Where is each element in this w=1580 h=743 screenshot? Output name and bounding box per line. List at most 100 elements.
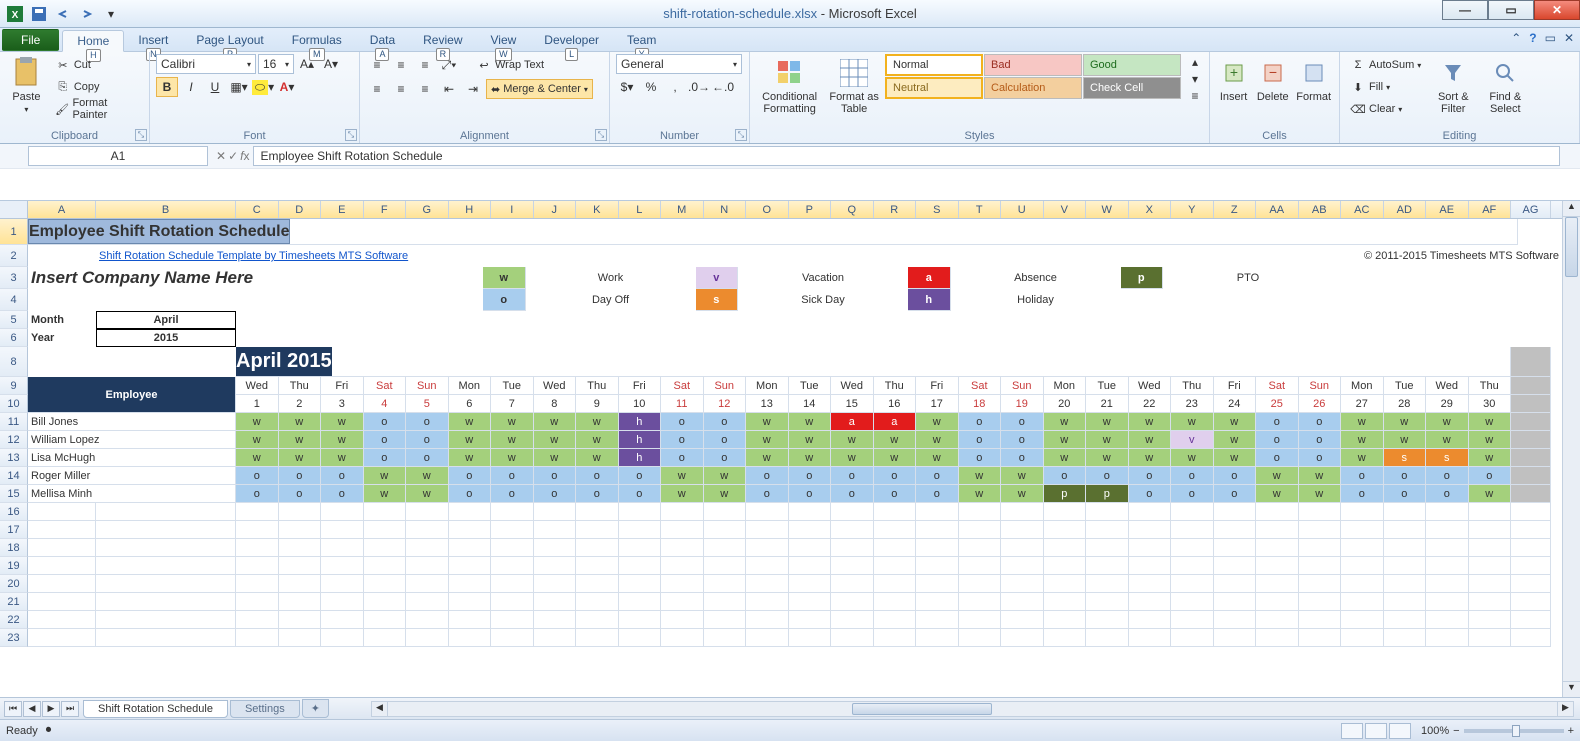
- col-header[interactable]: N: [704, 201, 747, 218]
- shift-cell[interactable]: w: [704, 467, 747, 485]
- shift-cell[interactable]: o: [1469, 467, 1512, 485]
- align-bottom-icon[interactable]: ≡: [414, 55, 436, 75]
- conditional-formatting-button[interactable]: Conditional Formatting: [756, 54, 823, 120]
- shift-cell[interactable]: o: [831, 485, 874, 503]
- sheet-tab-active[interactable]: Shift Rotation Schedule: [83, 700, 228, 718]
- shift-cell[interactable]: o: [236, 485, 279, 503]
- shift-cell[interactable]: o: [916, 467, 959, 485]
- shift-cell[interactable]: o: [746, 467, 789, 485]
- shift-cell[interactable]: o: [1001, 413, 1044, 431]
- shift-cell[interactable]: w: [576, 413, 619, 431]
- font-launcher-icon[interactable]: ⤡: [345, 129, 357, 141]
- shift-cell[interactable]: w: [1001, 467, 1044, 485]
- select-all-corner[interactable]: [0, 201, 28, 218]
- tab-page-layout[interactable]: Page LayoutP: [182, 30, 277, 51]
- shift-cell[interactable]: o: [576, 485, 619, 503]
- shift-cell[interactable]: o: [959, 431, 1002, 449]
- shift-cell[interactable]: w: [1384, 431, 1427, 449]
- shift-cell[interactable]: w: [916, 449, 959, 467]
- shift-cell[interactable]: w: [1469, 413, 1512, 431]
- tab-home[interactable]: HomeH: [62, 30, 124, 52]
- shift-cell[interactable]: o: [576, 467, 619, 485]
- tab-formulas[interactable]: FormulasM: [278, 30, 356, 51]
- row-header[interactable]: 12: [0, 431, 28, 449]
- formula-input[interactable]: Employee Shift Rotation Schedule: [253, 146, 1560, 166]
- shift-cell[interactable]: w: [236, 449, 279, 467]
- shift-cell[interactable]: w: [1129, 413, 1172, 431]
- col-header[interactable]: AD: [1384, 201, 1427, 218]
- col-header[interactable]: Y: [1171, 201, 1214, 218]
- format-as-table-button[interactable]: Format as Table: [827, 54, 881, 120]
- shift-cell[interactable]: h: [619, 449, 662, 467]
- shift-cell[interactable]: o: [406, 413, 449, 431]
- shift-cell[interactable]: o: [534, 467, 577, 485]
- style-bad[interactable]: Bad: [984, 54, 1082, 76]
- tab-insert[interactable]: InsertN: [124, 30, 182, 51]
- format-painter-button[interactable]: 🖌Format Painter: [51, 98, 143, 120]
- shift-cell[interactable]: o: [279, 485, 322, 503]
- col-header[interactable]: P: [789, 201, 832, 218]
- shift-cell[interactable]: w: [449, 449, 492, 467]
- shift-cell[interactable]: o: [449, 485, 492, 503]
- shift-cell[interactable]: w: [874, 431, 917, 449]
- close-workbook-icon[interactable]: ✕: [1564, 31, 1574, 45]
- employee-name[interactable]: William Lopez: [28, 431, 236, 449]
- shift-cell[interactable]: o: [661, 413, 704, 431]
- shift-cell[interactable]: o: [1426, 485, 1469, 503]
- col-header[interactable]: I: [491, 201, 534, 218]
- shift-cell[interactable]: w: [1384, 413, 1427, 431]
- shift-cell[interactable]: w: [236, 431, 279, 449]
- col-header[interactable]: AB: [1299, 201, 1342, 218]
- shift-cell[interactable]: o: [406, 449, 449, 467]
- format-cells-button[interactable]: Format: [1294, 54, 1333, 120]
- company-name[interactable]: Insert Company Name Here: [31, 268, 253, 288]
- shift-cell[interactable]: w: [789, 413, 832, 431]
- maximize-button[interactable]: ▭: [1488, 0, 1534, 20]
- shift-cell[interactable]: w: [1469, 431, 1512, 449]
- col-header[interactable]: H: [449, 201, 492, 218]
- underline-button[interactable]: U: [204, 77, 226, 97]
- shift-cell[interactable]: w: [1469, 485, 1512, 503]
- shift-cell[interactable]: o: [1214, 467, 1257, 485]
- sort-filter-button[interactable]: Sort & Filter: [1429, 54, 1477, 120]
- shift-cell[interactable]: o: [874, 485, 917, 503]
- row-header[interactable]: 21: [0, 593, 28, 611]
- row-header[interactable]: 11: [0, 413, 28, 431]
- shift-cell[interactable]: w: [321, 431, 364, 449]
- shift-cell[interactable]: o: [491, 485, 534, 503]
- row-header[interactable]: 14: [0, 467, 28, 485]
- col-header[interactable]: R: [874, 201, 917, 218]
- shift-cell[interactable]: o: [619, 485, 662, 503]
- shift-cell[interactable]: w: [1001, 485, 1044, 503]
- row-header[interactable]: 4: [0, 289, 28, 311]
- shift-cell[interactable]: o: [661, 449, 704, 467]
- shift-cell[interactable]: o: [874, 467, 917, 485]
- shift-cell[interactable]: o: [789, 467, 832, 485]
- shift-cell[interactable]: o: [1299, 431, 1342, 449]
- shift-cell[interactable]: o: [1384, 485, 1427, 503]
- col-header[interactable]: J: [534, 201, 577, 218]
- shift-cell[interactable]: o: [1384, 467, 1427, 485]
- clear-button[interactable]: ⌫Clear▾: [1346, 98, 1425, 120]
- shift-cell[interactable]: o: [746, 485, 789, 503]
- shift-cell[interactable]: w: [279, 413, 322, 431]
- scroll-up-icon[interactable]: ▲: [1563, 201, 1580, 217]
- employee-name[interactable]: Lisa McHugh: [28, 449, 236, 467]
- enter-formula-icon[interactable]: ✓: [228, 149, 238, 163]
- row-header[interactable]: 8: [0, 347, 28, 377]
- tab-review[interactable]: ReviewR: [409, 30, 476, 51]
- col-header[interactable]: B: [96, 201, 236, 218]
- row-header[interactable]: 22: [0, 611, 28, 629]
- employee-name[interactable]: Roger Miller: [28, 467, 236, 485]
- worksheet-grid[interactable]: ABCDEFGHIJKLMNOPQRSTUVWXYZAAABACADAEAFAG…: [0, 201, 1580, 697]
- fx-icon[interactable]: fx: [240, 149, 249, 163]
- increase-indent-icon[interactable]: ⇥: [462, 79, 484, 99]
- tab-team[interactable]: TeamY: [613, 30, 670, 51]
- col-header[interactable]: S: [916, 201, 959, 218]
- shift-cell[interactable]: w: [1341, 413, 1384, 431]
- row-header[interactable]: 6: [0, 329, 28, 347]
- shift-cell[interactable]: w: [704, 485, 747, 503]
- shift-cell[interactable]: o: [619, 467, 662, 485]
- shift-cell[interactable]: o: [491, 467, 534, 485]
- shift-cell[interactable]: w: [1214, 431, 1257, 449]
